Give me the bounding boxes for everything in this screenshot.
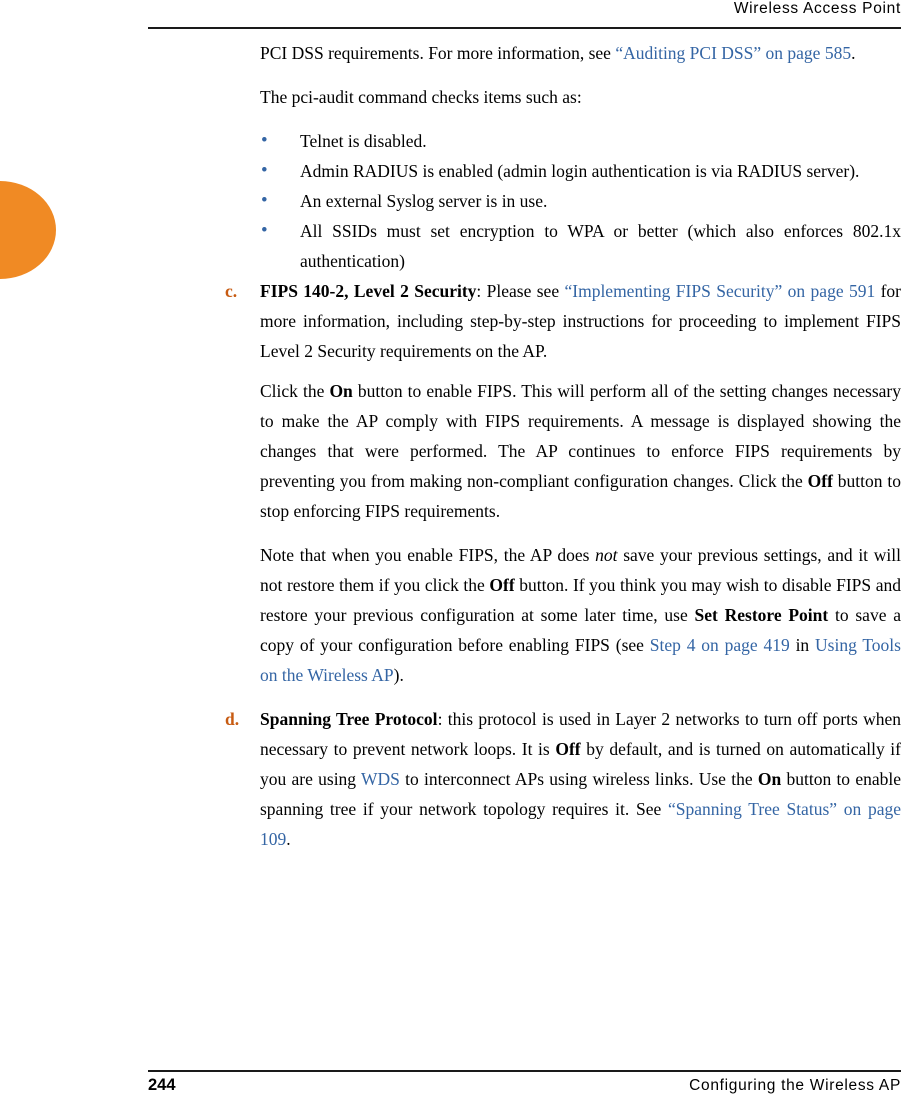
paragraph-fips-note: Note that when you enable FIPS, the AP d… xyxy=(148,540,901,690)
pci-audit-checklist: • Telnet is disabled. • Admin RADIUS is … xyxy=(148,126,901,276)
stp-text-3: to interconnect APs using wireless links… xyxy=(399,769,758,789)
list-item: • Telnet is disabled. xyxy=(148,126,901,156)
page-number: 244 xyxy=(148,1076,176,1094)
paragraph-fips-on-off: Click the On button to enable FIPS. This… xyxy=(148,376,901,526)
pci-intro-text-b: . xyxy=(851,43,856,63)
fips-text-1: : Please see xyxy=(476,281,565,301)
list-item-label: All SSIDs must set encryption to WPA or … xyxy=(300,221,901,271)
fips-p1-b: button to enable FIPS. This will perform… xyxy=(260,381,901,491)
list-item-c-letter: c. xyxy=(225,281,238,301)
chapter-thumb-tab xyxy=(0,181,56,279)
list-item: • Admin RADIUS is enabled (admin login a… xyxy=(148,156,901,186)
button-label-on: On xyxy=(329,381,353,401)
fips-p2-f: ). xyxy=(393,665,404,685)
list-item-label: An external Syslog server is in use. xyxy=(300,191,548,211)
fips-title: FIPS 140-2, Level 2 Security xyxy=(260,281,477,301)
list-item-d-body: Spanning Tree Protocol: this protocol is… xyxy=(260,704,901,854)
button-label-off-2: Off xyxy=(489,575,515,595)
fips-p2-not: not xyxy=(595,545,618,565)
fips-p1-a: Click the xyxy=(260,381,330,401)
list-item: • An external Syslog server is in use. xyxy=(148,186,901,216)
list-item-label: Admin RADIUS is enabled (admin login aut… xyxy=(300,161,860,181)
bullet-icon: • xyxy=(261,190,268,211)
bullet-icon: • xyxy=(261,220,268,241)
link-step-4-page-419[interactable]: Step 4 on page 419 xyxy=(650,635,790,655)
list-item-c-body: FIPS 140-2, Level 2 Security: Please see… xyxy=(260,276,901,366)
bullet-icon: • xyxy=(261,160,268,181)
link-wds[interactable]: WDS xyxy=(361,769,400,789)
button-label-on-2: On xyxy=(757,769,782,789)
page-footer: 244 Configuring the Wireless AP xyxy=(148,1070,901,1104)
button-label-off: Off xyxy=(807,471,833,491)
set-restore-point-label: Set Restore Point xyxy=(694,605,829,625)
list-item-d: d. Spanning Tree Protocol: this protocol… xyxy=(148,704,901,854)
header-rule xyxy=(148,27,901,29)
pci-intro-text-a: PCI DSS requirements. For more informati… xyxy=(260,43,616,63)
link-auditing-pci-dss[interactable]: “Auditing PCI DSS” on page 585 xyxy=(615,43,851,63)
fips-p2-e: in xyxy=(789,635,816,655)
document-body: PCI DSS requirements. For more informati… xyxy=(148,38,901,854)
header-title: Wireless Access Point xyxy=(733,0,901,17)
spanning-tree-title: Spanning Tree Protocol xyxy=(260,709,438,729)
footer-rule xyxy=(148,1070,901,1072)
document-page: { "header": { "title": "Wireless Access … xyxy=(0,0,901,1114)
stp-text-5: . xyxy=(286,829,291,849)
list-item: • All SSIDs must set encryption to WPA o… xyxy=(148,216,901,276)
link-implementing-fips-security[interactable]: “Implementing FIPS Security” on page 591 xyxy=(564,281,875,301)
page-header: Wireless Access Point xyxy=(148,0,901,30)
list-item-d-letter: d. xyxy=(225,709,240,729)
bullet-icon: • xyxy=(261,130,268,151)
list-item-c: c. FIPS 140-2, Level 2 Security: Please … xyxy=(148,276,901,366)
footer-title: Configuring the Wireless AP xyxy=(689,1077,901,1094)
list-item-label: Telnet is disabled. xyxy=(300,131,427,151)
button-label-off-3: Off xyxy=(555,739,581,759)
paragraph-pci-intro: PCI DSS requirements. For more informati… xyxy=(148,38,901,68)
paragraph-pci-audit-lead: The pci-audit command checks items such … xyxy=(260,87,582,107)
fips-p2-a: Note that when you enable FIPS, the AP d… xyxy=(260,545,596,565)
